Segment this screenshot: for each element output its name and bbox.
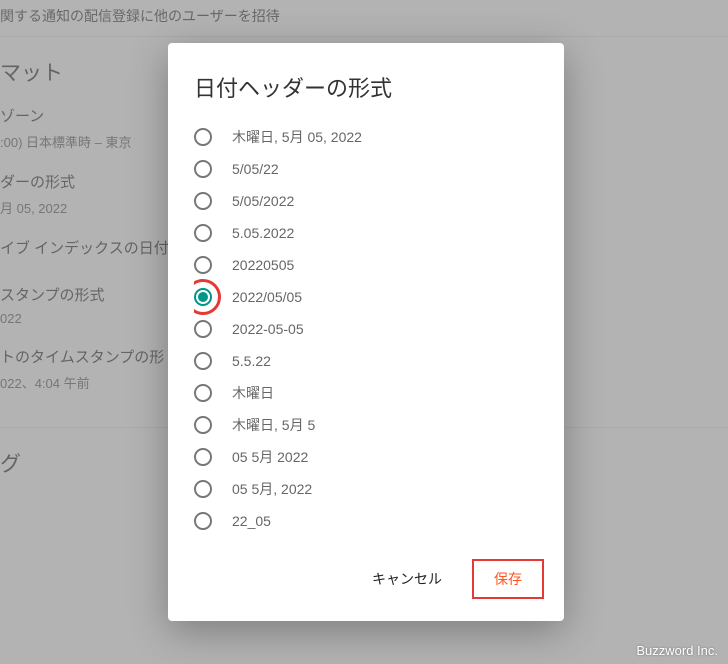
option-label: 20220505 [232, 257, 294, 273]
date-format-option[interactable]: 木曜日, 5月 05, 2022 [194, 121, 546, 153]
watermark: Buzzword Inc. [636, 643, 718, 658]
date-format-option[interactable]: 2022-05-05 [194, 313, 546, 345]
date-format-option[interactable]: 2022/05/05 [194, 281, 546, 313]
radio-icon[interactable] [194, 224, 212, 242]
date-format-option[interactable]: 05 5月, 2022 [194, 473, 546, 505]
date-format-option[interactable]: 22_05 [194, 505, 546, 537]
cancel-button[interactable]: キャンセル [356, 561, 458, 597]
option-label: 木曜日 [232, 383, 274, 403]
option-label: 05 5月, 2022 [232, 479, 312, 499]
date-format-option[interactable]: 5/05/2022 [194, 185, 546, 217]
save-button[interactable]: 保存 [472, 559, 544, 599]
dialog-title: 日付ヘッダーの形式 [168, 43, 564, 121]
radio-icon[interactable] [194, 160, 212, 178]
radio-icon[interactable] [194, 352, 212, 370]
date-format-option[interactable]: 5.5.22 [194, 345, 546, 377]
option-label: 5.5.22 [232, 353, 271, 369]
date-format-option[interactable]: 木曜日, 5月 5 [194, 409, 546, 441]
radio-icon[interactable] [194, 448, 212, 466]
option-label: 木曜日, 5月 5 [232, 415, 315, 435]
radio-icon[interactable] [194, 384, 212, 402]
option-label: 22_05 [232, 513, 271, 529]
radio-icon[interactable] [194, 416, 212, 434]
option-label: 5/05/22 [232, 161, 279, 177]
option-label: 木曜日, 5月 05, 2022 [232, 127, 362, 147]
date-format-option[interactable]: 5/05/22 [194, 153, 546, 185]
option-label: 2022-05-05 [232, 321, 304, 337]
date-format-option[interactable]: 5.05.2022 [194, 217, 546, 249]
date-format-option[interactable]: 木曜日 [194, 377, 546, 409]
option-list[interactable]: 木曜日, 5月 05, 2022 5/05/22 5/05/2022 5.05.202… [194, 121, 554, 541]
radio-icon[interactable] [194, 256, 212, 274]
radio-icon[interactable] [194, 192, 212, 210]
radio-icon[interactable] [194, 128, 212, 146]
date-format-option[interactable]: 05 5月 2022 [194, 441, 546, 473]
option-label: 2022/05/05 [232, 289, 302, 305]
radio-icon[interactable] [194, 288, 212, 306]
date-format-dialog: 日付ヘッダーの形式 木曜日, 5月 05, 2022 5/05/22 5/05/20… [168, 43, 564, 621]
radio-icon[interactable] [194, 480, 212, 498]
option-label: 05 5月 2022 [232, 447, 308, 467]
radio-icon[interactable] [194, 320, 212, 338]
option-label: 5/05/2022 [232, 193, 294, 209]
radio-icon[interactable] [194, 512, 212, 530]
date-format-option[interactable]: 20220505 [194, 249, 546, 281]
option-label: 5.05.2022 [232, 225, 294, 241]
